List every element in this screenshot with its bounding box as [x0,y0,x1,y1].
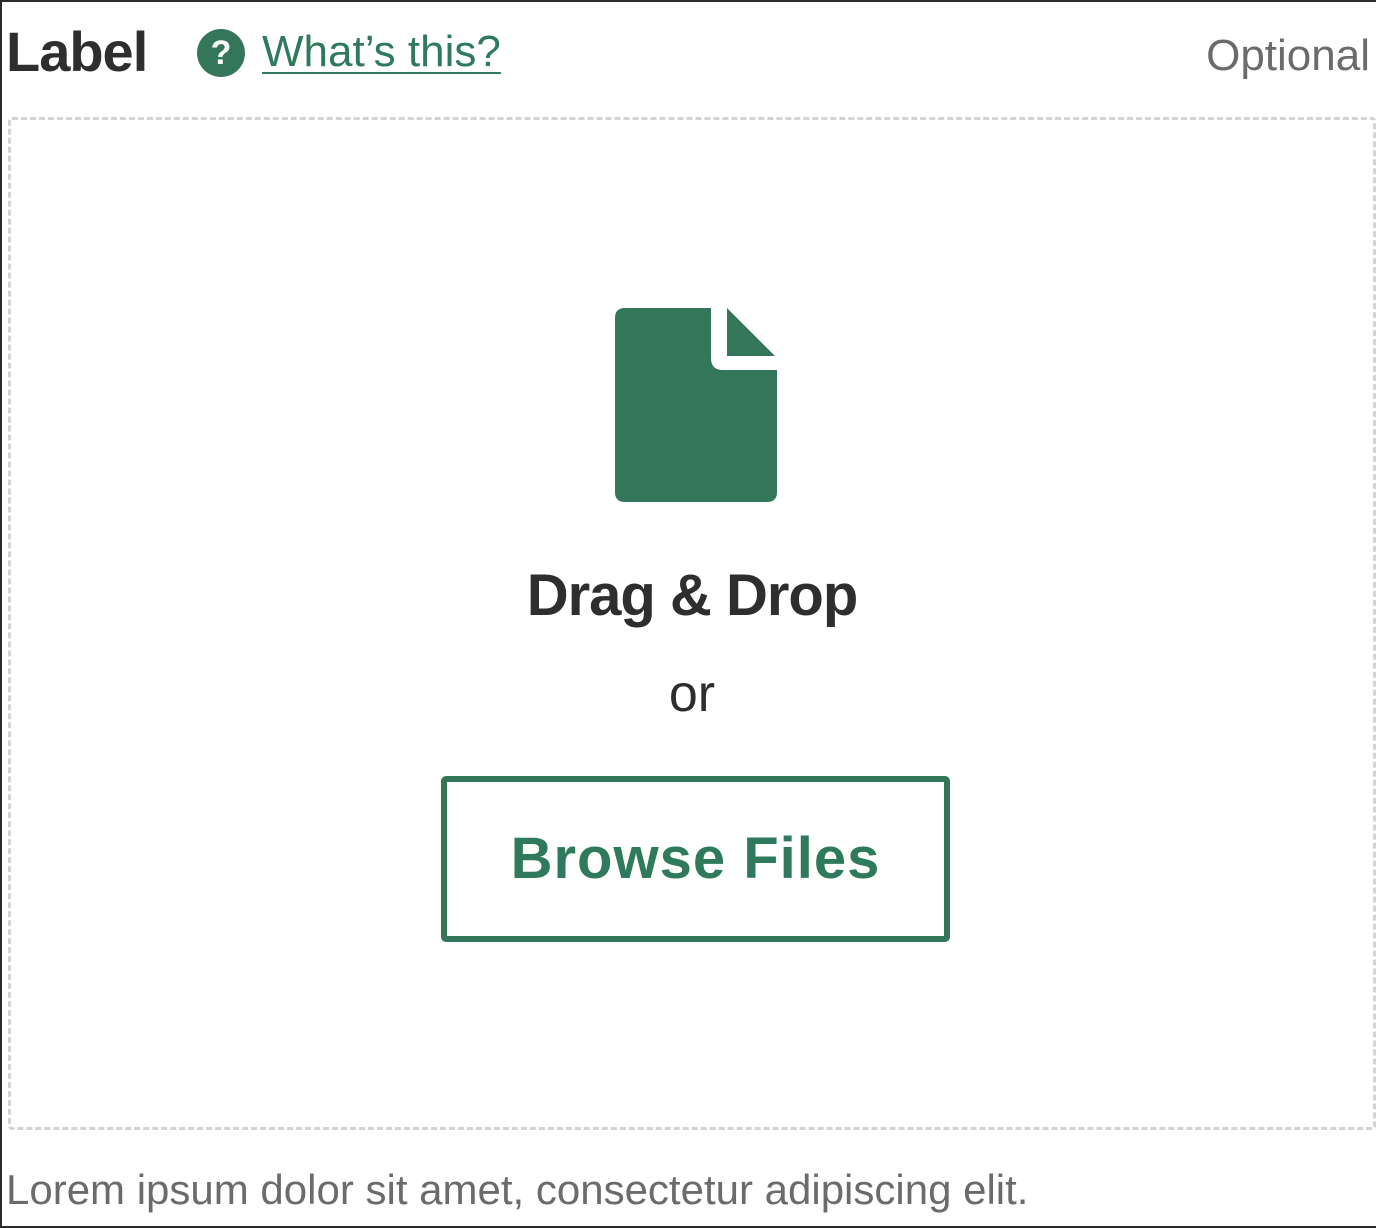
drag-drop-title: Drag & Drop [526,563,859,628]
drop-zone[interactable]: Drag & Drop or Browse Files [8,117,1376,1130]
whats-this-link[interactable]: What’s this? [262,16,501,88]
help-icon[interactable]: ? [197,29,245,77]
hint-text: Lorem ipsum dolor sit amet, consectetur … [6,1166,1029,1213]
file-icon [615,308,777,502]
field-label-row: Label ? What’s this? Optional [6,16,1376,92]
field-label: Label [6,20,148,83]
optional-indicator: Optional [1206,31,1370,80]
or-separator: or [668,665,716,723]
browse-files-button[interactable]: Browse Files [441,776,950,942]
file-icon-corner [727,308,775,356]
file-upload-component: Label ? What’s this? Optional Drag & Dro… [0,0,1376,1228]
